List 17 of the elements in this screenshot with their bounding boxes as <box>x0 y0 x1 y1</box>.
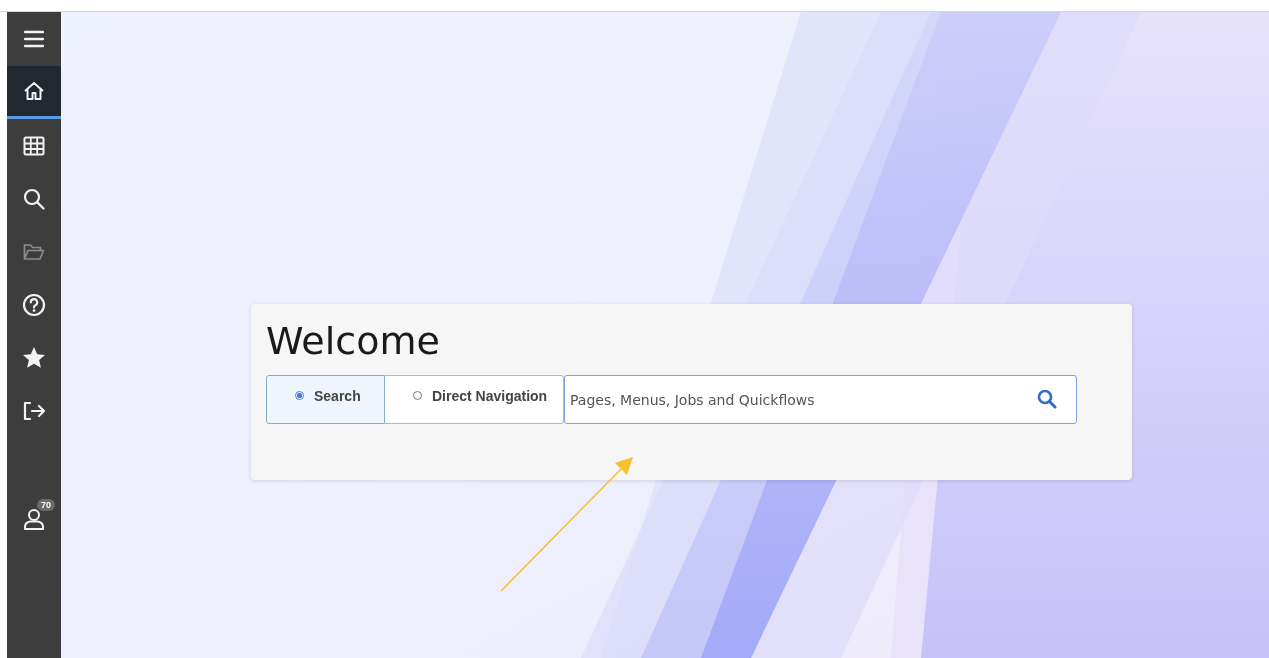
notification-badge: 70 <box>37 499 55 511</box>
sign-out-icon <box>22 400 46 421</box>
welcome-title: Welcome <box>266 318 441 364</box>
search-mode-option[interactable]: Direct Navigation <box>385 375 564 424</box>
folder-icon <box>23 242 45 261</box>
sidebar-user-button[interactable]: 70 <box>7 492 61 545</box>
help-icon <box>22 292 46 317</box>
star-icon <box>22 346 46 369</box>
sidebar-home-button[interactable] <box>7 66 61 119</box>
search-icon <box>23 187 45 210</box>
search-mode-option[interactable]: Search <box>266 375 385 424</box>
user-icon <box>23 507 45 530</box>
search-field[interactable]: Pages, Menus, Jobs and Quickflows <box>564 375 1077 424</box>
search-icon <box>1037 389 1057 409</box>
home-icon <box>23 81 45 101</box>
menu-icon <box>24 30 44 48</box>
grid-icon <box>23 135 45 156</box>
